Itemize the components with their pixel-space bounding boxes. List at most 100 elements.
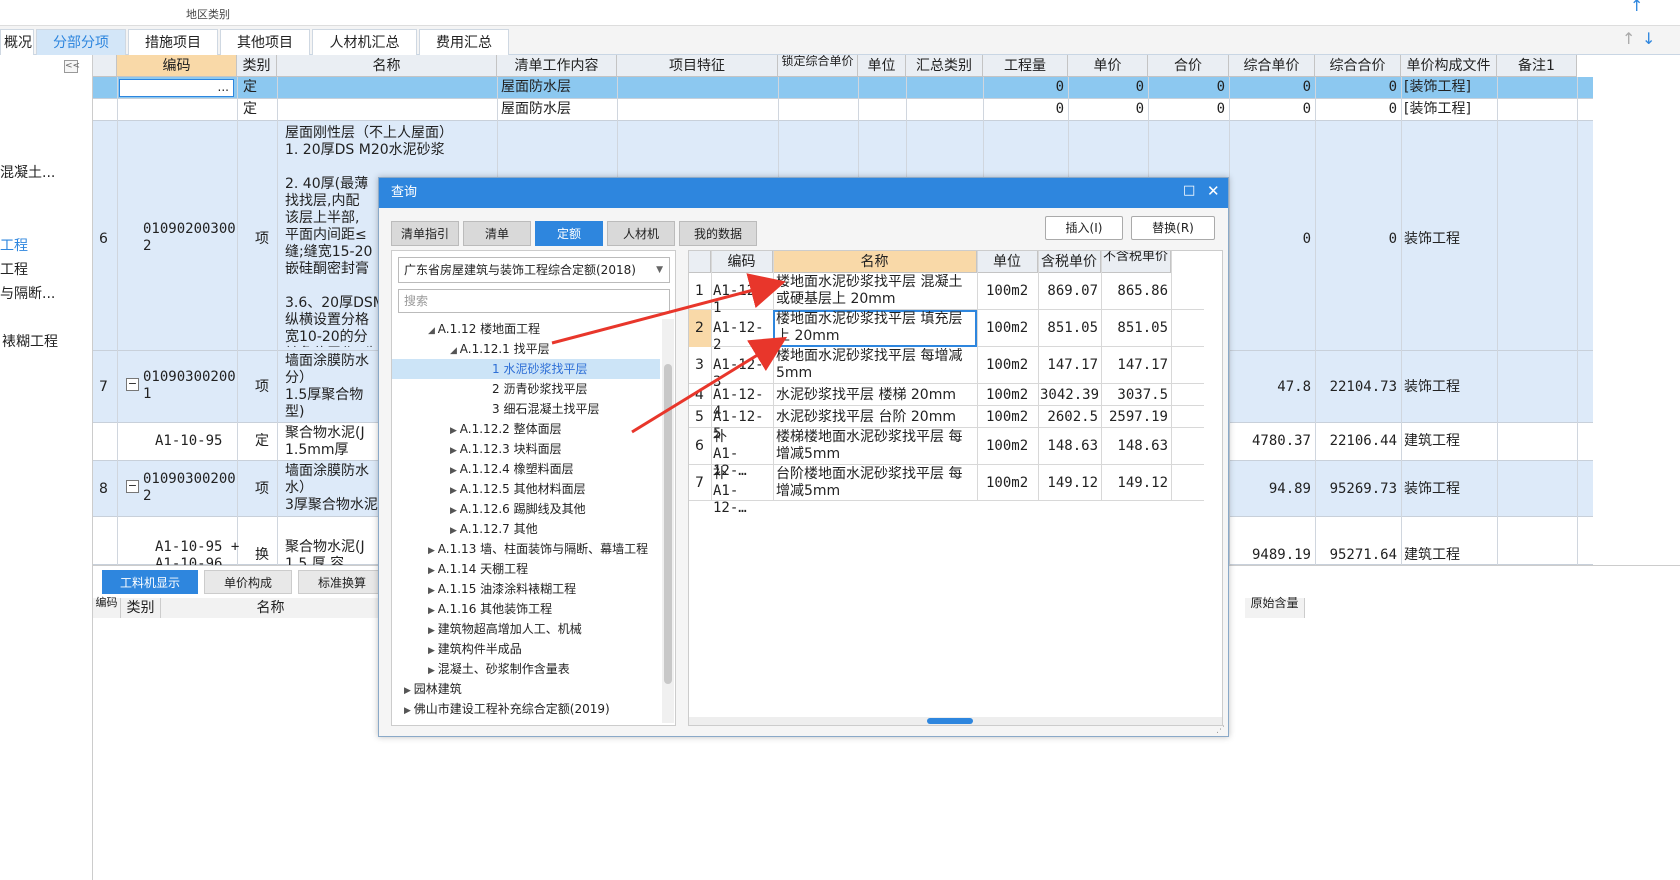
row-name: 水泥砂浆找平层 台阶 20mm [776,409,956,425]
tree-node[interactable]: ▶ 园林建筑 [404,679,462,699]
row-tax-price: 147.17 [1047,357,1098,373]
tree-node[interactable]: ▶ 建筑构件半成品 [428,639,522,659]
search-input[interactable]: 搜索 [398,289,670,313]
col-header-quantity[interactable]: 工程量 [983,55,1068,77]
tree-collapsed-icon: ▶ [428,666,438,676]
tab-overview[interactable]: 概况 [0,29,34,55]
tab-sections[interactable]: 分部分项 [36,29,126,55]
tree-node[interactable]: ▶ 建筑物超高增加人工、机械 [428,619,582,639]
tree-node[interactable]: ▶ A.1.12.3 块料面层 [450,439,562,459]
tree-node-selected[interactable]: 1 水泥砂浆找平层 [392,359,660,379]
sidebar-item-concrete[interactable]: 混凝土... [0,162,55,182]
tree-node[interactable]: ▶ A.1.13 墙、柱面装饰与隔断、幕墙工程 [428,539,648,559]
tab-my-data[interactable]: 我的数据 [679,221,757,246]
collapse-row-icon[interactable]: − [126,480,139,493]
row-tax-price: 2602.5 [1047,409,1098,425]
insert-button[interactable]: 插入(I) [1045,216,1123,240]
tab-price-composition[interactable]: 单价构成 [204,570,292,594]
tree-node[interactable]: ▶ A.1.12.4 橡塑料面层 [450,459,574,479]
quota-library-select[interactable]: 广东省房屋建筑与装饰工程综合定额(2018) ▼ [398,257,670,283]
row-index: 1 [695,283,704,299]
tree-node[interactable]: ◢ A.1.12.1 找平层 [450,339,550,359]
tree-node-label: A.1.12 楼地面工程 [437,322,541,336]
row-code: A1-10-95 [155,433,223,449]
col-header-unit[interactable]: 单位 [977,251,1038,273]
sidebar-item-selected[interactable]: 工程 [0,235,28,255]
tab-bill-guide[interactable]: 清单指引 [391,221,459,246]
tree-node[interactable]: ▶ A.1.16 其他装饰工程 [428,599,552,619]
sidebar-item-project[interactable]: 工程 [0,259,28,279]
col-header-type[interactable]: 类别 [237,55,277,77]
tree-node[interactable]: ▶ A.1.12.6 踢脚线及其他 [450,499,586,519]
tree-node[interactable]: ▶ 佛山市建设工程补充综合定额(2019) [404,699,610,719]
tree-node[interactable]: ▶ A.1.12.5 其他材料面层 [450,479,586,499]
tab-resource-summary[interactable]: 人材机汇总 [312,29,417,55]
col-header-unit[interactable]: 单位 [858,55,906,77]
tab-bill[interactable]: 清单 [463,221,531,246]
row-file: 建筑工程 [1404,547,1460,563]
tree-node[interactable]: ▶ A.1.14 天棚工程 [428,559,528,579]
col-header-code[interactable]: 编码 [711,251,773,273]
row-notax-price: 149.12 [1117,475,1168,491]
code-edit-field[interactable]: ... [119,79,234,97]
col-header-features[interactable]: 项目特征 [617,55,778,77]
row-unit: 100m2 [986,387,1029,403]
row-file: 建筑工程 [1404,433,1460,449]
tree-node-label: A.1.12.7 其他 [459,522,538,536]
col-header-price-file[interactable]: 单价构成文件 [1401,55,1497,77]
tree-node-label: A.1.15 油漆涂料裱糊工程 [437,582,577,596]
col-header-unit-total[interactable]: 综合合价 [1315,55,1401,77]
move-down-icon[interactable]: ↓ [1642,29,1655,48]
tab-standard-conversion[interactable]: 标准换算 [298,570,386,594]
replace-button[interactable]: 替换(R) [1131,216,1215,240]
tab-sections-label: 分部分项 [53,35,109,51]
col-header-note[interactable]: 备注1 [1497,55,1577,77]
maximize-icon[interactable]: □ [1183,183,1195,198]
tree-scrollbar[interactable] [662,319,674,723]
tree-node[interactable]: ▶ A.1.15 油漆涂料裱糊工程 [428,579,576,599]
tab-fee-summary[interactable]: 费用汇总 [419,29,509,55]
sidebar-item-partition[interactable]: 与隔断... [0,283,55,303]
arrow-up-icon[interactable]: ↑ [1630,0,1643,15]
quota-results-table: 编码 名称 单位 含税单价 不含税单价 1 A1-12-1 楼地面水泥砂浆找平层… [688,250,1223,726]
col-header-price[interactable]: 单价 [1068,55,1148,77]
region-category-label[interactable]: 地区类别 [186,6,230,22]
sidebar-item-wallpaper[interactable]: 裱糊工程 [2,331,58,351]
resize-grip-icon[interactable]: ⋰ [1216,725,1225,735]
results-hscrollbar[interactable] [689,717,1222,725]
tree-node-label: A.1.12.4 橡塑料面层 [459,462,574,476]
col-header-locked-price[interactable]: 锁定综合单价 [778,55,858,77]
move-up-icon[interactable]: ↑ [1622,29,1635,48]
tree-collapsed-icon: ▶ [428,566,438,576]
tab-resource-display[interactable]: 工料机显示 [102,570,198,594]
col-header-summary-cat[interactable]: 汇总类别 [906,55,983,77]
col-header-work[interactable]: 清单工作内容 [497,55,617,77]
row-notax-price: 148.63 [1117,438,1168,454]
tree-node[interactable]: ▶ A.1.12.2 整体面层 [450,419,562,439]
col-header-name[interactable]: 名称 [773,251,977,273]
col-header-unit-price[interactable]: 综合单价 [1229,55,1315,77]
col-header-tax-price[interactable]: 含税单价 [1038,251,1101,273]
col-header-total[interactable]: 合价 [1148,55,1229,77]
col-header-notax-price[interactable]: 不含税单价 [1101,251,1171,273]
tab-other-items[interactable]: 其他项目 [220,29,310,55]
close-icon[interactable]: ✕ [1207,182,1220,200]
tree-node[interactable]: ▶ 混凝土、砂浆制作含量表 [428,659,570,679]
col-header-code[interactable]: 编码 [117,55,237,77]
collapse-sidebar-icon[interactable]: << [64,60,80,73]
tree-node[interactable]: ▶ A.1.12.7 其他 [450,519,538,539]
tree-node[interactable]: ◢ A.1.12 楼地面工程 [428,319,540,339]
tab-resources[interactable]: 人材机 [607,221,675,246]
scrollbar-thumb[interactable] [927,718,973,724]
tree-node[interactable]: 3 细石混凝土找平层 [492,399,599,419]
collapse-row-icon[interactable]: − [126,378,139,391]
row-tax-price: 149.12 [1047,475,1098,491]
scrollbar-thumb[interactable] [664,364,672,684]
tab-measures[interactable]: 措施项目 [128,29,218,55]
col-header-name[interactable]: 名称 [277,55,497,77]
row-notax-price: 2597.19 [1108,409,1168,425]
tree-node-label: 园林建筑 [413,682,462,696]
tree-node[interactable]: 2 沥青砂浆找平层 [492,379,587,399]
tab-quota[interactable]: 定额 [535,221,603,246]
row-code: A1-12-1 [713,283,764,316]
